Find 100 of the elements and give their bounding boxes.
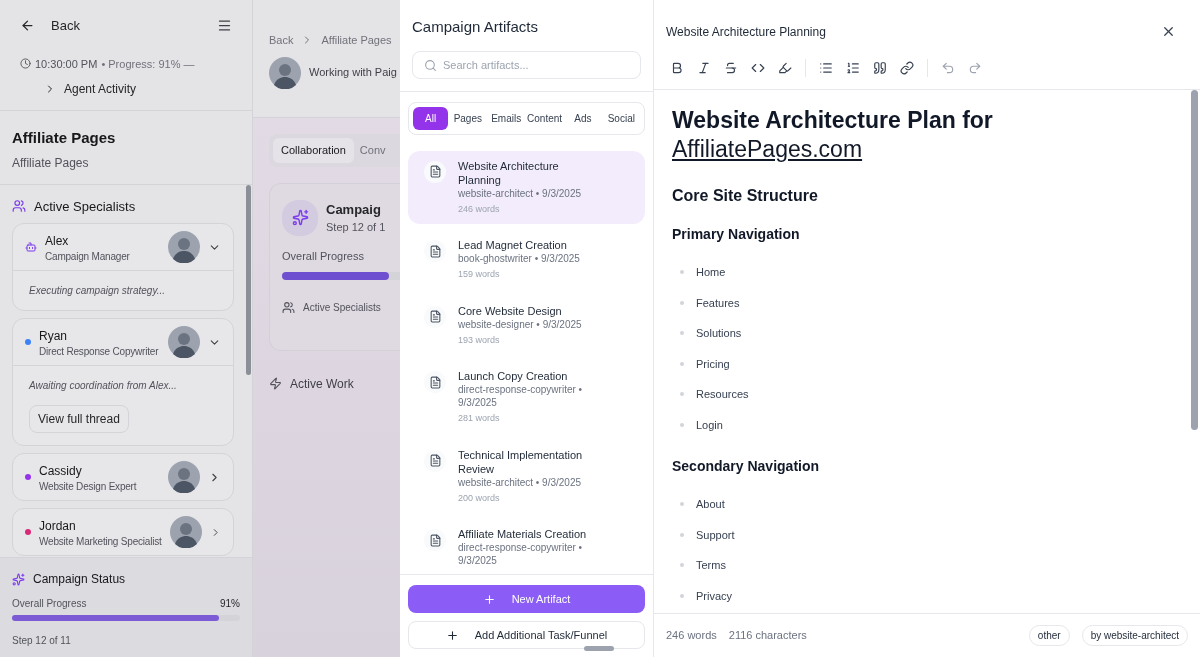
time-text: 10:30:00 PM	[35, 56, 98, 72]
specialist-role: Website Design Expert	[39, 479, 138, 493]
document-icon	[428, 533, 442, 547]
section-heading: Active Specialists	[34, 197, 136, 216]
artifact-title: Website Architecture Planning	[458, 158, 560, 187]
word-count: 200 words	[458, 491, 501, 505]
document-icon	[428, 244, 442, 258]
specialist-name: Cassidy	[39, 462, 83, 480]
bullet-icon	[680, 422, 684, 427]
word-count: 281 words	[458, 412, 501, 425]
subsection-heading: Secondary Navigation	[672, 457, 821, 476]
filter-tab[interactable]: Ads	[564, 106, 602, 130]
progress-text: • Progress: 91% —	[101, 56, 195, 72]
document-icon	[428, 454, 442, 467]
link[interactable]: AffiliatePages.com	[672, 136, 863, 162]
users-icon	[12, 199, 26, 214]
search-field[interactable]: Search artifacts...	[412, 50, 641, 79]
quote-icon[interactable]	[873, 61, 887, 75]
project-title: Affiliate Pages	[12, 128, 117, 148]
new-artifact-button[interactable]: New Artifact	[408, 585, 645, 613]
status-heading: Campaign Status	[33, 571, 126, 588]
word-count: 246 words	[458, 202, 501, 216]
document-icon	[428, 165, 442, 178]
list-item: Features	[696, 295, 740, 311]
specialist-name: Ryan	[39, 327, 68, 345]
italic-icon[interactable]	[697, 61, 711, 75]
filter-tab[interactable]: Content	[525, 106, 564, 130]
avatar	[269, 56, 301, 89]
link-icon[interactable]	[900, 61, 914, 75]
avatar	[168, 461, 200, 493]
word-count: 246 words	[666, 628, 717, 644]
list-item: Pricing	[696, 356, 730, 372]
filter-tab[interactable]: Pages	[449, 106, 487, 130]
avatar	[168, 231, 200, 263]
status-text: Awaiting coordination from Alex...	[29, 379, 178, 393]
resize-handle[interactable]	[584, 646, 614, 651]
document-heading: Website Architecture Plan for	[672, 106, 994, 135]
tab[interactable]: Collaboration	[273, 138, 354, 163]
plus-icon	[445, 628, 459, 642]
users-icon	[282, 301, 295, 314]
filter-tab[interactable]: All	[413, 106, 449, 130]
filter-tab[interactable]: Emails	[487, 106, 525, 130]
section-heading: Core Site Structure	[672, 186, 819, 206]
bullet-list-icon[interactable]	[819, 61, 833, 75]
specialist-card[interactable]: Jordan Website Marketing Specialist	[12, 508, 234, 556]
highlighter-icon[interactable]	[778, 61, 792, 75]
specialist-name: Jordan	[39, 517, 77, 535]
filter-tab[interactable]: Social	[602, 106, 640, 130]
lightning-icon	[269, 377, 282, 390]
specialist-card[interactable]: Cassidy Website Design Expert	[12, 453, 234, 501]
specialist-card[interactable]: Ryan Direct Response Copywriter Awaiting coordination from Alex... View full thread	[12, 318, 234, 446]
specialist-card[interactable]: Alex Campaign Manager Executing campaign strategy...	[12, 223, 234, 311]
view-thread-button[interactable]: View full thread	[29, 405, 129, 433]
progress-value: 91%	[220, 597, 240, 611]
clock-icon	[20, 58, 31, 70]
avatar	[169, 516, 202, 548]
agent-activity-toggle[interactable]: Agent Activity	[44, 80, 137, 98]
specialist-role: Direct Response Copywriter	[39, 344, 160, 358]
breadcrumb-link[interactable]: Back	[269, 32, 294, 49]
code-icon[interactable]	[751, 61, 765, 75]
bullet-icon	[680, 502, 684, 507]
search-icon	[424, 58, 437, 72]
specialist-role: Website Marketing Specialist	[39, 534, 162, 548]
artifact-title: Core Website Design	[458, 303, 563, 318]
subsection-heading: Primary Navigation	[672, 225, 801, 244]
artifact-title: Lead Magnet Creation	[458, 238, 568, 252]
bold-icon[interactable]	[670, 61, 684, 75]
tab[interactable]: Conv	[357, 138, 388, 163]
editor-title: Website Architecture Planning	[666, 23, 826, 41]
breadcrumb-link[interactable]: Affiliate Pages	[321, 32, 392, 49]
bullet-icon	[680, 300, 684, 305]
artifact-item[interactable]: Website Architecture Planning website-architect • 9/3/2025 246 words	[408, 150, 645, 224]
list-item: Privacy	[696, 588, 733, 604]
character-count: 2116 characters	[728, 628, 807, 644]
back-button[interactable]: Back	[20, 16, 80, 36]
active-work-heading: Active Work	[290, 375, 354, 393]
numbered-list-icon[interactable]	[846, 61, 860, 75]
artifact-title: Launch Copy Creation	[458, 369, 569, 383]
artifact-title: Affiliate Materials Creation	[458, 527, 588, 541]
panel-title: Campaign Artifacts	[412, 17, 539, 37]
strikethrough-icon[interactable]	[724, 61, 738, 75]
bullet-icon	[680, 361, 684, 366]
avatar	[168, 326, 200, 358]
artifact-meta: website-designer • 9/3/2025	[458, 317, 583, 331]
scrollbar[interactable]	[246, 184, 251, 375]
progress-label: Overall Progress	[12, 597, 87, 611]
card-title: Campaig	[326, 200, 382, 219]
specialist-name: Alex	[45, 232, 70, 250]
artifact-meta: direct-response-copywriter • 9/3/2025	[458, 541, 584, 567]
list-item: Terms	[696, 558, 726, 573]
document-icon	[428, 310, 442, 323]
artifact-meta: book-ghostwriter • 9/3/2025	[458, 252, 581, 265]
list-item: Login	[696, 417, 723, 433]
scrollbar[interactable]	[1191, 90, 1198, 430]
artifact-title: Technical Implementation Review	[458, 447, 584, 476]
card-specialists-label: Active Specialists	[303, 301, 381, 315]
document-icon	[428, 375, 442, 389]
menu-icon[interactable]	[217, 18, 232, 34]
status-text: Executing campaign strategy...	[29, 284, 166, 298]
bullet-icon	[680, 270, 684, 275]
